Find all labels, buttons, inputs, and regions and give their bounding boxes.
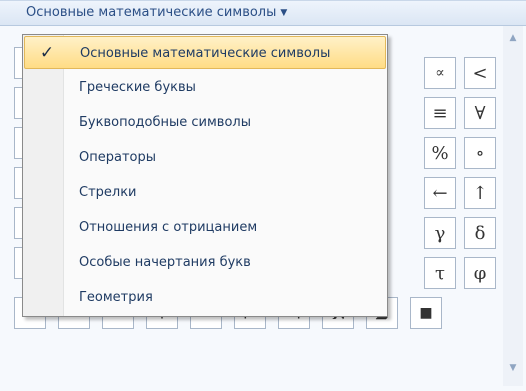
category-menu: ✓ Основные математические символы Гречес… [22,34,388,317]
symbol-cell[interactable]: % [424,137,456,169]
symbol-cell[interactable]: ↑ [464,177,496,209]
symbol-cell[interactable]: ∘ [464,137,496,169]
symbol-cell[interactable]: < [464,57,496,89]
symbol-cell[interactable]: τ [424,257,456,289]
menu-item-label: Особые начертания букв [79,255,251,270]
menu-item-label: Буквоподобные символы [79,115,251,130]
chevron-down-icon: ▼ [280,8,288,18]
checkmark-icon: ✓ [39,43,55,63]
menu-item-scripts[interactable]: Особые начертания букв [24,246,386,279]
symbol-cell[interactable]: ≡ [424,97,456,129]
menu-item-label: Геометрия [79,290,153,305]
symbol-cell[interactable]: δ [464,217,496,249]
symbol-cell[interactable]: φ [464,257,496,289]
symbol-cell[interactable]: ∝ [424,57,456,89]
menu-item-geometry[interactable]: Геометрия [24,281,386,314]
menu-item-negated-relations[interactable]: Отношения с отрицанием [24,211,386,244]
scroll-up-icon[interactable]: ▲ [507,32,519,44]
menu-item-greek[interactable]: Греческие буквы [24,71,386,104]
menu-item-label: Стрелки [79,185,137,200]
menu-item-basic-math[interactable]: ✓ Основные математические символы [24,36,386,69]
gallery-scrollbar[interactable]: ▲ ▼ [503,26,523,386]
symbol-cell[interactable]: ■ [410,297,442,329]
menu-item-arrows[interactable]: Стрелки [24,176,386,209]
menu-item-label: Основные математические символы [80,46,331,61]
symbol-cell[interactable]: ∀ [464,97,496,129]
menu-item-label: Греческие буквы [79,80,196,95]
category-label: Основные математические символы [26,5,277,20]
symbol-cell[interactable]: ← [424,177,456,209]
menu-item-label: Операторы [79,150,156,165]
menu-item-letterlike[interactable]: Буквоподобные символы [24,106,386,139]
scroll-down-icon[interactable]: ▼ [507,362,519,374]
category-dropdown-button[interactable]: Основные математические символы ▼ [26,4,287,22]
symbol-cell[interactable]: γ [424,217,456,249]
gallery-header: Основные математические символы ▼ [0,1,526,26]
menu-item-operators[interactable]: Операторы [24,141,386,174]
menu-item-label: Отношения с отрицанием [79,220,258,235]
